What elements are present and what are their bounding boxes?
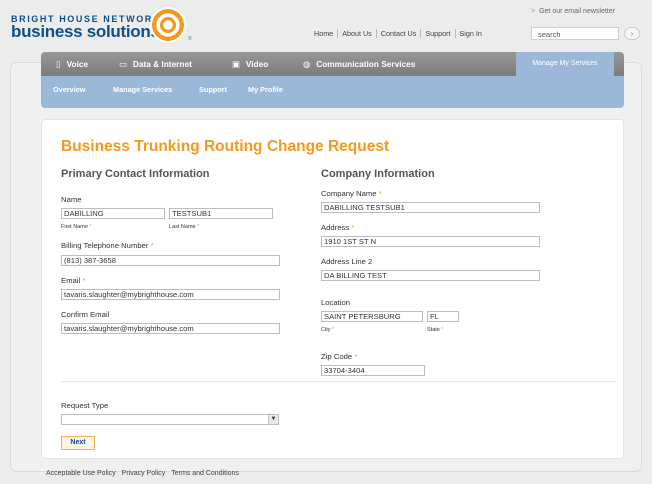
city-sublabel: City * [321,327,335,333]
company-name-field[interactable]: DABILLING TESTSUB1 [321,202,540,213]
next-button[interactable]: Next [61,436,95,450]
request-type-select[interactable]: ▼ [61,414,279,425]
mainnav-video[interactable]: ▣ Video [232,52,268,76]
address2-field[interactable]: DA BILLING TEST [321,270,540,281]
zip-code-label: Zip Code * [321,352,358,361]
subnav-overview[interactable]: Overview [53,85,85,94]
registered-mark: ® [188,36,192,42]
subnav-my-profile[interactable]: My Profile [248,85,283,94]
newsletter-label: Get our email newsletter [539,8,615,15]
monitor-icon: ▭ [119,59,127,69]
last-name-field[interactable]: TESTSUB1 [169,208,273,219]
main-navigation: ▯ Voice ▭ Data & Internet ▣ Video ◍ Communic… [41,52,624,76]
footer-acceptable-use-link[interactable]: Acceptable Use Policy [46,470,116,477]
footer-links: Acceptable Use Policy Privacy Policy Ter… [46,470,245,477]
mainnav-data-internet-label: Data & Internet [132,59,192,69]
page-title: Business Trunking Routing Change Request [61,138,390,155]
name-label: Name [61,195,82,204]
state-sublabel: State * [427,327,444,333]
footer-terms-link[interactable]: Terms and Conditions [171,470,239,477]
sub-navigation: Overview Manage Services Support My Prof… [41,76,624,108]
mainnav-voice-label: Voice [66,59,89,69]
state-field[interactable]: FL [427,311,459,322]
search-go-button[interactable]: › [624,27,640,40]
confirm-email-field[interactable]: tavaris.slaughter@mybrighthouse.com [61,323,280,334]
footer-privacy-policy-link[interactable]: Privacy Policy [122,470,166,477]
billing-phone-field[interactable]: (813) 387-3658 [61,255,280,266]
tv-icon: ▣ [232,59,240,69]
section-divider [61,381,616,382]
company-name-label: Company Name * [321,189,382,198]
brand-logo-rings-icon[interactable] [150,7,186,43]
arrow-right-icon: > [531,8,536,15]
email-label: Email * [61,276,86,285]
email-field[interactable]: tavaris.slaughter@mybrighthouse.com [61,289,280,300]
topnav-sign-in[interactable]: Sign In [454,29,486,38]
mainnav-communication-label: Communication Services [316,59,416,69]
billing-phone-label: Billing Telephone Number * [61,241,154,250]
newsletter-link[interactable]: > Get our email newsletter [531,8,615,15]
address-field[interactable]: 1910 1ST ST N [321,236,540,247]
last-name-sublabel: Last Name * [169,224,200,230]
topnav-home[interactable]: Home [314,29,337,38]
topnav-contact-us[interactable]: Contact Us [375,29,421,38]
dropdown-arrow-icon[interactable]: ▼ [268,415,278,424]
first-name-field[interactable]: DABILLING [61,208,165,219]
page: BRIGHT HOUSE NETWORKS business solutions… [0,0,652,484]
first-name-sublabel: First Name * [61,224,92,230]
address-label: Address * [321,223,355,232]
search-input[interactable]: search [531,27,619,40]
request-type-label: Request Type [61,401,109,410]
city-field[interactable]: SAINT PETERSBURG [321,311,423,322]
mainnav-voice[interactable]: ▯ Voice [56,52,88,76]
mainnav-video-label: Video [245,59,269,69]
topnav-about-us[interactable]: About Us [337,29,376,38]
subnav-support[interactable]: Support [199,85,227,94]
communication-icon: ◍ [303,59,311,69]
phone-icon: ▯ [56,59,61,69]
top-navigation: Home About Us Contact Us Support Sign In [314,29,486,38]
primary-contact-heading: Primary Contact Information [61,168,210,180]
zip-code-field[interactable]: 33704-3404 [321,365,425,376]
company-info-heading: Company Information [321,168,435,180]
manage-my-services-tab[interactable]: Manage My Services [516,52,614,76]
address2-label: Address Line 2 [321,257,373,266]
mainnav-communication-services[interactable]: ◍ Communication Services [303,52,415,76]
subnav-manage-services[interactable]: Manage Services [113,85,172,94]
topnav-support[interactable]: Support [420,29,454,38]
location-label: Location [321,298,351,307]
brand-logo-name[interactable]: business solutions [11,22,160,42]
mainnav-data-internet[interactable]: ▭ Data & Internet [119,52,192,76]
confirm-email-label: Confirm Email [61,310,110,319]
